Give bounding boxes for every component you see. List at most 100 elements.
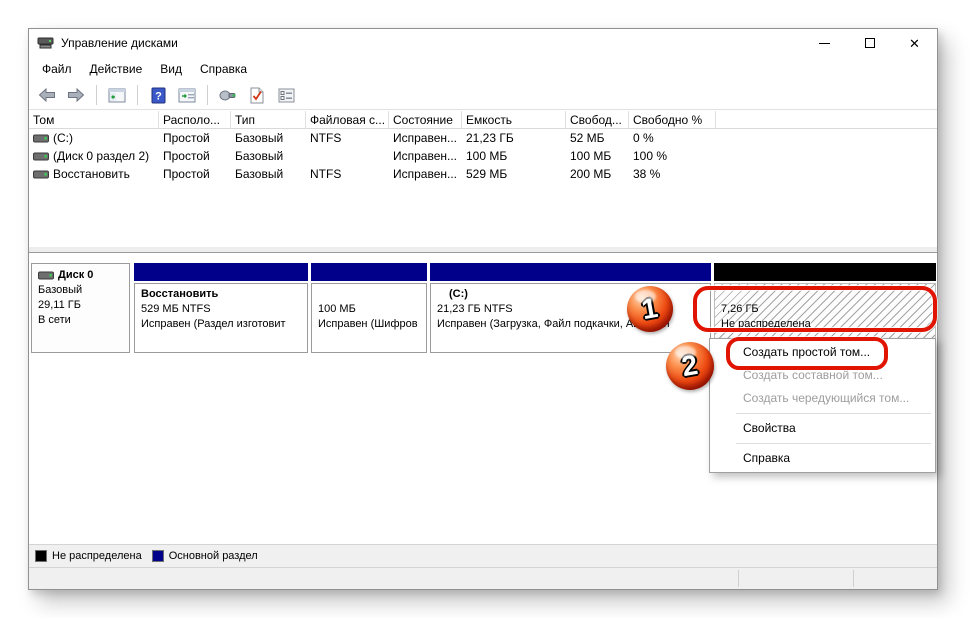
disk-management-window: Управление дисками ✕ Файл Действие Вид С… bbox=[28, 28, 938, 590]
title-bar: Управление дисками ✕ bbox=[29, 29, 937, 57]
table-row[interactable]: (C:) Простой Базовый NTFS Исправен... 21… bbox=[29, 129, 937, 147]
column-header-layout[interactable]: Располо... bbox=[159, 111, 231, 129]
volume-name: Восстановить bbox=[53, 167, 130, 181]
legend-primary: Основной раздел bbox=[152, 550, 258, 562]
partition-color-bar bbox=[430, 263, 711, 281]
legend-label: Основной раздел bbox=[169, 550, 258, 562]
menu-item-help[interactable]: Справка bbox=[710, 447, 935, 470]
cell-status: Исправен... bbox=[389, 166, 462, 182]
volume-icon bbox=[33, 170, 49, 179]
menu-separator bbox=[736, 413, 931, 414]
cell-free: 100 МБ bbox=[566, 148, 629, 164]
cell-fs: NTFS bbox=[306, 130, 389, 146]
cell-capacity: 100 МБ bbox=[462, 148, 566, 164]
splitter-handle[interactable] bbox=[29, 246, 937, 253]
disk-status: В сети bbox=[38, 313, 123, 328]
help-icon[interactable]: ? bbox=[146, 84, 170, 106]
column-header-filesystem[interactable]: Файловая с... bbox=[306, 111, 389, 129]
column-header-type[interactable]: Тип bbox=[231, 111, 306, 129]
table-row[interactable]: (Диск 0 раздел 2) Простой Базовый Исправ… bbox=[29, 147, 937, 165]
cell-capacity: 529 МБ bbox=[462, 166, 566, 182]
volume-name: (Диск 0 раздел 2) bbox=[53, 149, 149, 163]
partition-recovery[interactable]: Восстановить 529 МБ NTFS Исправен (Разде… bbox=[134, 263, 308, 353]
menu-file[interactable]: Файл bbox=[33, 59, 81, 79]
console-tree-icon[interactable] bbox=[105, 84, 129, 106]
cell-free: 200 МБ bbox=[566, 166, 629, 182]
properties-list-icon[interactable] bbox=[274, 84, 298, 106]
maximize-button[interactable] bbox=[847, 29, 892, 57]
partition-status: Исправен (Шифров bbox=[318, 317, 420, 332]
cell-free-pct: 100 % bbox=[629, 148, 716, 164]
toolbar-separator bbox=[207, 85, 208, 105]
cell-status: Исправен... bbox=[389, 130, 462, 146]
menu-separator bbox=[736, 443, 931, 444]
legend-swatch-unallocated bbox=[35, 550, 47, 562]
statusbar-separator bbox=[738, 570, 739, 587]
close-button[interactable]: ✕ bbox=[892, 29, 937, 57]
column-header-status[interactable]: Состояние bbox=[389, 111, 462, 129]
maximize-icon bbox=[865, 38, 875, 48]
highlight-box-create-simple-volume bbox=[726, 337, 888, 370]
partition-efi[interactable]: 100 МБ Исправен (Шифров bbox=[311, 263, 427, 353]
cell-fs bbox=[306, 155, 389, 157]
column-header-capacity[interactable]: Емкость bbox=[462, 111, 566, 129]
callout-step-1: 1 bbox=[627, 286, 673, 332]
cell-type: Базовый bbox=[231, 130, 306, 146]
partition-color-bar bbox=[714, 263, 936, 281]
window-title: Управление дисками bbox=[61, 36, 178, 50]
volume-list: Том Располо... Тип Файловая с... Состоян… bbox=[29, 111, 937, 246]
column-header-free[interactable]: Свобод... bbox=[566, 111, 629, 129]
menu-help[interactable]: Справка bbox=[191, 59, 256, 79]
volume-icon bbox=[33, 134, 49, 143]
status-bar bbox=[29, 567, 937, 589]
callout-number: 1 bbox=[640, 292, 661, 326]
legend-bar: Не распределена Основной раздел bbox=[29, 544, 937, 567]
statusbar-separator bbox=[853, 570, 854, 587]
app-icon bbox=[37, 36, 55, 50]
close-icon: ✕ bbox=[909, 37, 920, 50]
column-header-filler bbox=[716, 111, 937, 129]
svg-text:?: ? bbox=[155, 90, 162, 102]
toolbar: ? bbox=[29, 81, 937, 110]
menu-view[interactable]: Вид bbox=[151, 59, 191, 79]
table-row[interactable]: Восстановить Простой Базовый NTFS Исправ… bbox=[29, 165, 937, 183]
toolbar-separator bbox=[137, 85, 138, 105]
partition-name bbox=[318, 287, 420, 302]
partition-size: 529 МБ NTFS bbox=[141, 302, 301, 317]
menu-bar: Файл Действие Вид Справка bbox=[29, 57, 937, 81]
forward-icon[interactable] bbox=[64, 84, 88, 106]
cell-status: Исправен... bbox=[389, 148, 462, 164]
refresh-icon[interactable] bbox=[216, 84, 240, 106]
disk0-label-box[interactable]: Диск 0 Базовый 29,11 ГБ В сети bbox=[31, 263, 130, 353]
partition-color-bar bbox=[311, 263, 427, 281]
back-icon[interactable] bbox=[35, 84, 59, 106]
toolbar-separator bbox=[96, 85, 97, 105]
menu-item-properties[interactable]: Свойства bbox=[710, 417, 935, 440]
menu-action[interactable]: Действие bbox=[81, 59, 152, 79]
cell-free-pct: 38 % bbox=[629, 166, 716, 182]
cell-capacity: 21,23 ГБ bbox=[462, 130, 566, 146]
menu-item-create-striped-volume: Создать чередующийся том... bbox=[710, 387, 935, 410]
callout-step-2: 2 bbox=[666, 342, 714, 390]
partition-name: Восстановить bbox=[141, 287, 301, 302]
volume-list-header: Том Располо... Тип Файловая с... Состоян… bbox=[29, 111, 937, 129]
minimize-button[interactable] bbox=[802, 29, 847, 57]
disk-type: Базовый bbox=[38, 283, 123, 298]
column-header-volume[interactable]: Том bbox=[29, 111, 159, 129]
action-pane-icon[interactable] bbox=[175, 84, 199, 106]
legend-swatch-primary bbox=[152, 550, 164, 562]
minimize-icon bbox=[819, 43, 830, 44]
column-header-free-pct[interactable]: Свободно % bbox=[629, 111, 716, 129]
partition-size: 100 МБ bbox=[318, 302, 420, 317]
check-document-icon[interactable] bbox=[245, 84, 269, 106]
cell-free: 52 МБ bbox=[566, 130, 629, 146]
legend-label: Не распределена bbox=[52, 550, 142, 562]
cell-layout: Простой bbox=[159, 130, 231, 146]
callout-number: 2 bbox=[680, 349, 701, 383]
cell-layout: Простой bbox=[159, 148, 231, 164]
legend-unallocated: Не распределена bbox=[35, 550, 142, 562]
highlight-box-unallocated bbox=[693, 286, 937, 332]
cell-fs: NTFS bbox=[306, 166, 389, 182]
volume-name: (C:) bbox=[53, 131, 73, 145]
disk-icon bbox=[38, 271, 54, 280]
